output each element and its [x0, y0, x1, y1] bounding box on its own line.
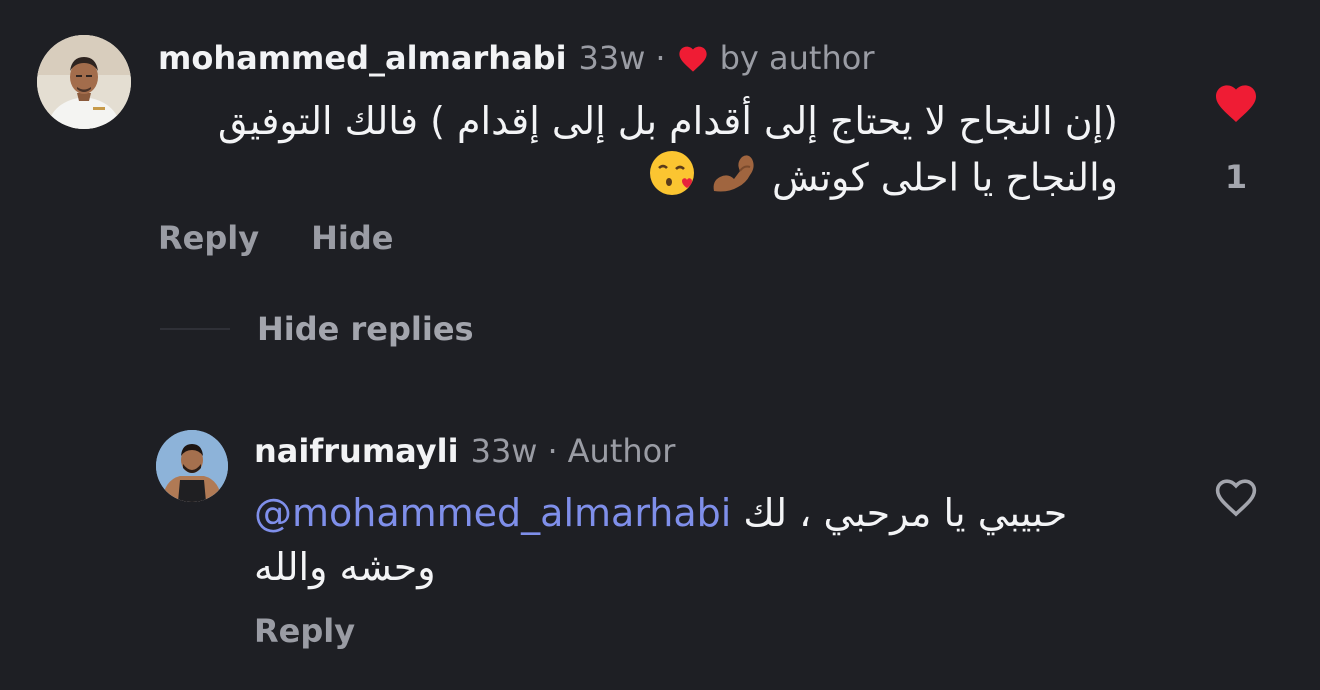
comment-actions: Reply Hide [158, 219, 393, 257]
reply-like-column [1205, 474, 1267, 522]
reply-actions: Reply [254, 612, 355, 650]
avatar-mohammed[interactable] [37, 35, 131, 129]
reply-button[interactable]: Reply [158, 219, 259, 257]
reply-body: حبيبي يا مرحبي ، لك @mohammed_almarhabi … [254, 486, 1154, 594]
comment-username[interactable]: mohammed_almarhabi [158, 38, 567, 78]
like-heart-outline-icon[interactable] [1211, 474, 1261, 518]
reply-header: naifrumayli 33w · Author [254, 431, 675, 471]
reply-text-line2: وحشه والله [254, 545, 436, 589]
like-heart-icon[interactable] [1211, 80, 1261, 124]
comment-text-line2: والنجاح يا احلى كوتش [771, 155, 1118, 200]
mention-link[interactable]: @mohammed_almarhabi [254, 491, 731, 535]
flexed-biceps-icon [710, 151, 760, 209]
comment-time: 33w [578, 39, 646, 77]
face-blowing-kiss-icon [648, 148, 698, 212]
separator-dot: · [547, 432, 558, 470]
avatar-mohammed-image [37, 35, 131, 129]
hide-button[interactable]: Hide [311, 219, 393, 257]
comment-text-line1: (إن النجاح لا يحتاج إلى أقدام بل إلى إقد… [218, 99, 1118, 143]
separator-dot: · [655, 39, 666, 77]
like-count: 1 [1224, 158, 1248, 196]
author-badge: Author [567, 432, 676, 470]
liked-by-author-label: by author [719, 39, 875, 77]
like-column: 1 [1205, 80, 1267, 196]
replies-divider [160, 328, 230, 330]
reply-time: 33w [470, 432, 538, 470]
author-liked-heart-icon [678, 46, 707, 72]
hide-replies-toggle[interactable]: Hide replies [160, 310, 474, 348]
hide-replies-label: Hide replies [257, 310, 474, 348]
reply-username[interactable]: naifrumayli [254, 431, 459, 471]
comment-body: (إن النجاح لا يحتاج إلى أقدام بل إلى إقد… [158, 94, 1118, 212]
comment-text-line2-wrap: والنجاح يا احلى كوتش [608, 148, 1118, 212]
reply-text-line1: حبيبي يا مرحبي ، لك [743, 491, 1068, 535]
reply-button[interactable]: Reply [254, 612, 355, 650]
avatar-naifrumayli-image [156, 430, 228, 502]
reply-text-line1-wrap: حبيبي يا مرحبي ، لك @mohammed_almarhabi [254, 486, 1067, 540]
avatar-naifrumayli[interactable] [156, 430, 228, 502]
comment-header: mohammed_almarhabi 33w · by author [158, 38, 874, 78]
